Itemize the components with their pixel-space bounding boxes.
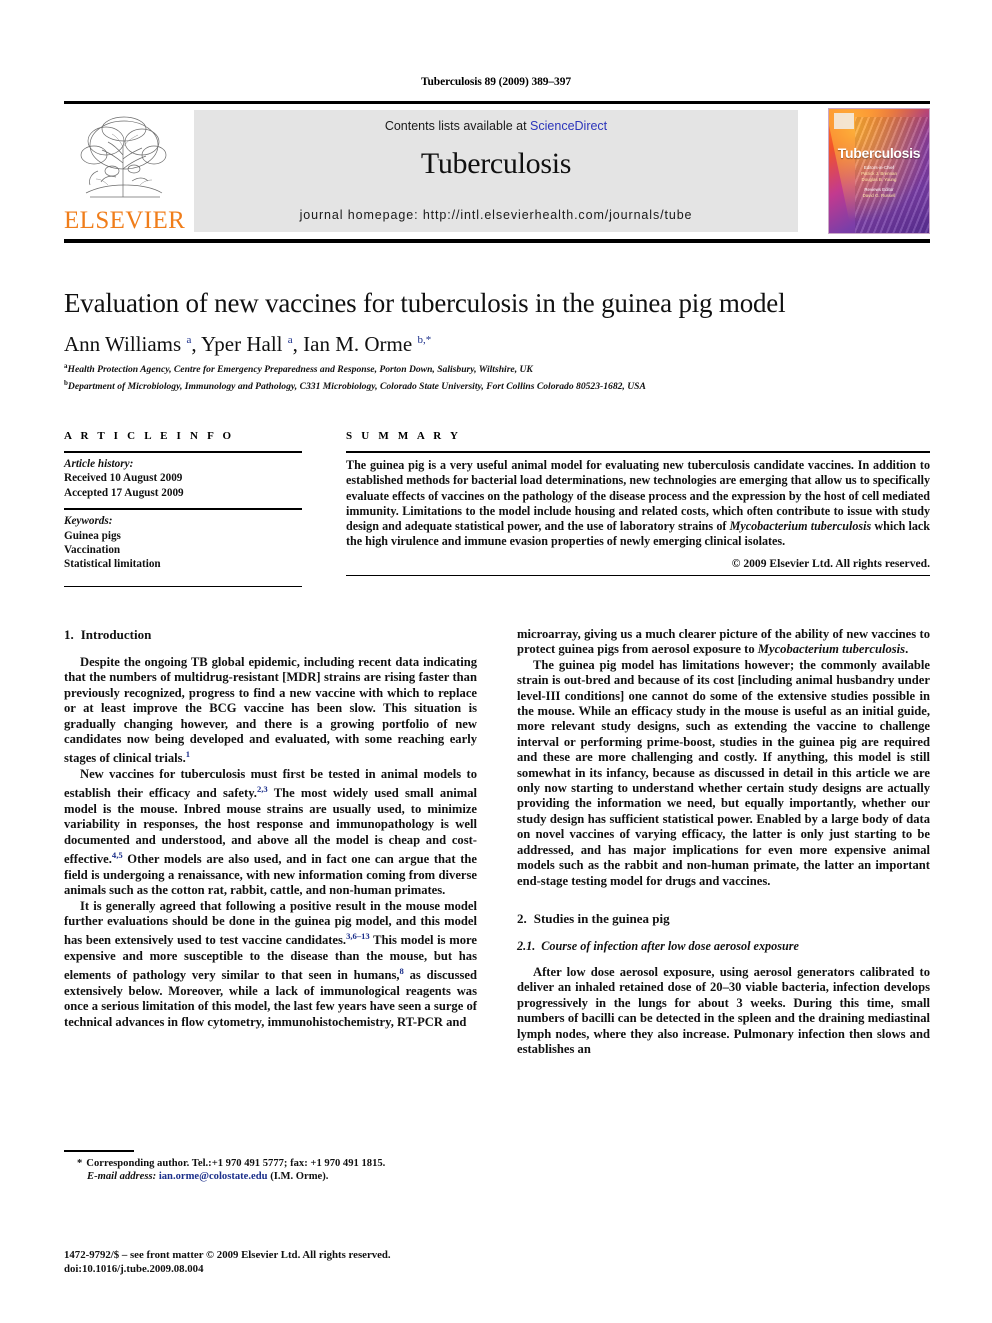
subsection-title-2-1: Course of infection after low dose aeros… <box>541 938 799 953</box>
masthead-rule-bottom <box>64 239 930 243</box>
affiliation-b-text: Department of Microbiology, Immunology a… <box>67 380 646 392</box>
info-gap-1 <box>64 500 302 508</box>
article-info-column: A R T I C L E I N F O Article history: R… <box>64 430 302 587</box>
running-head: Tuberculosis 89 (2009) 389–397 <box>420 76 572 88</box>
email-attribution: (I.M. Orme). <box>270 1170 329 1182</box>
cover-editors-2: David G. Russell <box>862 193 896 198</box>
p1-text: Despite the ongoing TB global epidemic, … <box>64 655 477 766</box>
journal-cover-thumbnail: Tuberculosis Editors-in-Chief Patrick J.… <box>828 108 930 234</box>
affiliation-a-text: Health Protection Agency, Centre for Eme… <box>67 364 533 376</box>
section-title-1: Introduction <box>80 627 152 642</box>
footnote-rule <box>64 1150 134 1152</box>
corresponding-author-text: Corresponding author. Tel.:+1 970 491 57… <box>86 1157 386 1169</box>
paragraph-4: microarray, giving us a much clearer pic… <box>517 627 930 658</box>
subsection-number-2-1: 2.1. <box>517 938 536 953</box>
subsection-heading-2-1: 2.1. Course of infection after low dose a… <box>517 939 930 954</box>
body-column-right: microarray, giving us a much clearer pic… <box>517 627 930 1057</box>
masthead-rule-top <box>64 101 930 104</box>
keyword-item: Statistical limitation <box>64 558 161 571</box>
paragraph-1: Despite the ongoing TB global epidemic, … <box>64 655 477 767</box>
citation-ref: 2,3 <box>256 784 268 795</box>
cover-elsevier-mark-icon <box>834 113 854 129</box>
info-summary-block: A R T I C L E I N F O Article history: R… <box>64 430 930 605</box>
keyword-item: Guinea pigs <box>64 529 121 542</box>
info-gap-2 <box>64 572 302 586</box>
contents-available-line: Contents lists available at ScienceDirec… <box>194 119 798 133</box>
paragraph-6: After low dose aerosol exposure, using a… <box>517 964 930 1056</box>
front-matter-block: 1472-9792/$ – see front matter © 2009 El… <box>64 1249 534 1276</box>
cover-editors: Editors-in-Chief Patrick J. Brennan Dougl… <box>829 165 929 199</box>
section-title-2: Studies in the guinea pig <box>533 910 670 926</box>
article-title: Evaluation of new vaccines for tuberculo… <box>64 288 786 318</box>
summary-heading: S U M M A R Y <box>346 430 462 442</box>
corresponding-author-marker: * <box>77 1157 83 1169</box>
journal-article-page: Tuberculosis 89 (2009) 389–397 ELSEVIER … <box>0 0 992 1323</box>
citation-ref: 1 <box>185 749 191 760</box>
section-heading-1: 1. Introduction <box>64 627 477 643</box>
article-accepted: Accepted 17 August 2009 <box>64 486 184 499</box>
summary-rule-bottom <box>346 574 930 576</box>
p4-species-name: Mycobacterium tuberculosis <box>757 642 906 657</box>
article-history-label: Article history: <box>64 458 134 470</box>
affiliation-b: bDepartment of Microbiology, Immunology … <box>64 377 944 394</box>
p4-text-b: . <box>905 642 909 657</box>
paragraph-2: New vaccines for tuberculosis must first… <box>64 767 477 899</box>
citation-ref: 4,5 <box>111 850 123 861</box>
p2-text-c: Other models are also used, and in fact … <box>64 852 477 898</box>
keyword-item: Vaccination <box>64 544 121 557</box>
paragraph-5: The guinea pig model has limitations how… <box>517 657 930 888</box>
copyright-line: © 2009 Elsevier Ltd. All rights reserved… <box>731 556 930 570</box>
elsevier-wordmark: ELSEVIER <box>64 207 186 234</box>
issn-line: 1472-9792/$ – see front matter © 2009 El… <box>64 1249 391 1261</box>
affiliation-a: aHealth Protection Agency, Centre for Em… <box>64 360 944 377</box>
elsevier-logo: ELSEVIER <box>64 109 186 237</box>
journal-masthead: ELSEVIER Contents lists available at Sci… <box>64 101 930 243</box>
journal-banner: Contents lists available at ScienceDirec… <box>194 110 798 232</box>
email-label: E-mail address: <box>87 1170 157 1182</box>
corresponding-author-note: * Corresponding author. Tel.:+1 970 491 5… <box>64 1157 477 1170</box>
article-received: Received 10 August 2009 <box>64 472 183 485</box>
section-number-1: 1. <box>64 627 74 642</box>
cover-editors-1: Patrick J. Brennan Douglas B. Young <box>861 171 897 182</box>
article-info-heading: A R T I C L E I N F O <box>64 430 235 442</box>
affiliations: aHealth Protection Agency, Centre for Em… <box>64 360 944 393</box>
elsevier-tree-icon <box>80 116 167 198</box>
cover-title: Tuberculosis <box>837 145 921 161</box>
author-list: Ann Williams a, Yper Hall a, Ian M. Orme… <box>64 332 432 356</box>
email-link[interactable]: ian.orme@colostate.edu <box>159 1171 268 1182</box>
summary-column: S U M M A R Y The guinea pig is a very u… <box>346 430 930 576</box>
summary-text: The guinea pig is a very useful animal m… <box>346 453 930 550</box>
journal-homepage-link[interactable]: journal homepage: http://intl.elsevierhe… <box>194 208 798 222</box>
article-history: Article history: Received 10 August 2009… <box>64 453 302 500</box>
keywords-label: Keywords: <box>64 515 113 528</box>
sciencedirect-link[interactable]: ScienceDirect <box>530 119 607 133</box>
email-note: E-mail address: ian.orme@colostate.edu (… <box>64 1170 477 1183</box>
banner-journal-title: Tuberculosis <box>420 147 572 180</box>
citation-ref: 3,6–13 <box>346 931 370 942</box>
summary-species-name: Mycobacterium tuberculosis <box>729 519 872 534</box>
article-info-rule-bottom <box>64 585 302 587</box>
contents-available-prefix: Contents lists available at <box>384 119 531 133</box>
keywords-list: Keywords: Guinea pigs Vaccination Statis… <box>64 510 302 572</box>
paragraph-3: It is generally agreed that following a … <box>64 899 477 1031</box>
section-heading-2: 2. Studies in the guinea pig <box>517 911 930 927</box>
section-number-2: 2. <box>517 910 527 926</box>
body-column-left: 1. Introduction Despite the ongoing TB gl… <box>64 627 477 1030</box>
footnote-area: * Corresponding author. Tel.:+1 970 491 5… <box>64 1150 477 1183</box>
doi-line[interactable]: doi:10.1016/j.tube.2009.08.004 <box>64 1263 534 1277</box>
